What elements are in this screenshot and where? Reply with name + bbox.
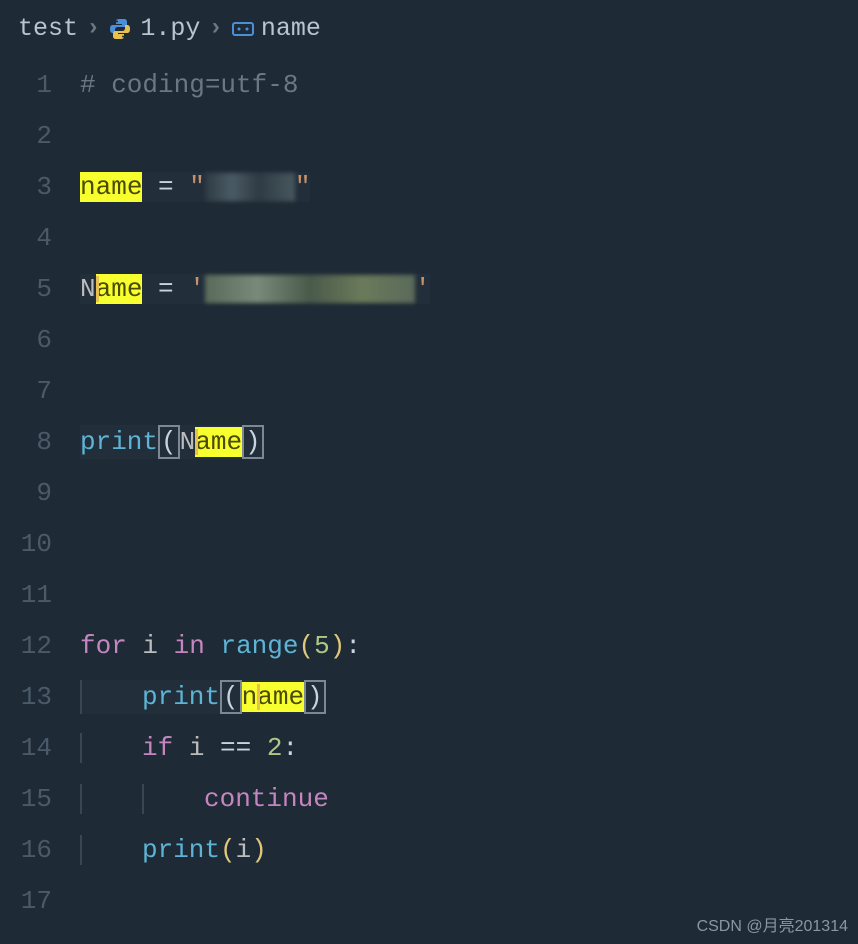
code-line: 4 — [0, 212, 858, 263]
code-line: 15 continue — [0, 773, 858, 824]
line-number: 7 — [0, 376, 80, 406]
line-number: 4 — [0, 223, 80, 253]
indent-guide — [80, 784, 82, 814]
code-line: 5 Name = '' — [0, 263, 858, 314]
code-line: 1 # coding=utf-8 — [0, 59, 858, 110]
line-number: 1 — [0, 70, 80, 100]
code-editor[interactable]: 1 # coding=utf-8 2 3 name = "" 4 5 Name … — [0, 53, 858, 926]
chevron-right-icon: › — [208, 15, 222, 42]
chevron-right-icon: › — [86, 15, 100, 42]
line-number: 10 — [0, 529, 80, 559]
code-line: 10 — [0, 518, 858, 569]
builtin-fn: print — [80, 427, 158, 457]
line-number: 2 — [0, 121, 80, 151]
code-line: 14 if i == 2: — [0, 722, 858, 773]
indent-guide — [80, 835, 82, 865]
code-line: 6 — [0, 314, 858, 365]
censored-text — [205, 275, 415, 303]
censored-text — [205, 173, 295, 201]
indent-guide — [80, 680, 82, 714]
line-number: 15 — [0, 784, 80, 814]
code-line: 7 — [0, 365, 858, 416]
breadcrumb[interactable]: test › 1.py › name — [0, 0, 858, 53]
comment: # coding=utf-8 — [80, 70, 298, 100]
line-number: 14 — [0, 733, 80, 763]
line-number: 9 — [0, 478, 80, 508]
breadcrumb-folder[interactable]: test — [18, 14, 78, 43]
line-number: 13 — [0, 682, 80, 712]
breadcrumb-symbol[interactable]: name — [261, 14, 321, 43]
line-number: 17 — [0, 886, 80, 916]
line-number: 11 — [0, 580, 80, 610]
line-number: 8 — [0, 427, 80, 457]
breadcrumb-file[interactable]: 1.py — [140, 14, 200, 43]
code-line: 13 print(name) — [0, 671, 858, 722]
line-number: 3 — [0, 172, 80, 202]
line-number: 12 — [0, 631, 80, 661]
watermark: CSDN @月亮201314 — [697, 912, 848, 936]
line-number: 16 — [0, 835, 80, 865]
code-line: 3 name = "" — [0, 161, 858, 212]
python-file-icon — [108, 17, 132, 41]
search-match: name — [80, 172, 142, 202]
code-line: 2 — [0, 110, 858, 161]
line-number: 6 — [0, 325, 80, 355]
indent-guide — [80, 733, 82, 763]
code-line: 11 — [0, 569, 858, 620]
code-line: 9 — [0, 467, 858, 518]
code-line: 12 for i in range(5): — [0, 620, 858, 671]
code-line: 8 print(Name) — [0, 416, 858, 467]
symbol-variable-icon — [231, 19, 255, 39]
variable: Name — [80, 274, 142, 304]
line-number: 5 — [0, 274, 80, 304]
code-line: 16 print(i) — [0, 824, 858, 875]
indent-guide — [142, 784, 144, 814]
search-match: name — [242, 682, 304, 712]
